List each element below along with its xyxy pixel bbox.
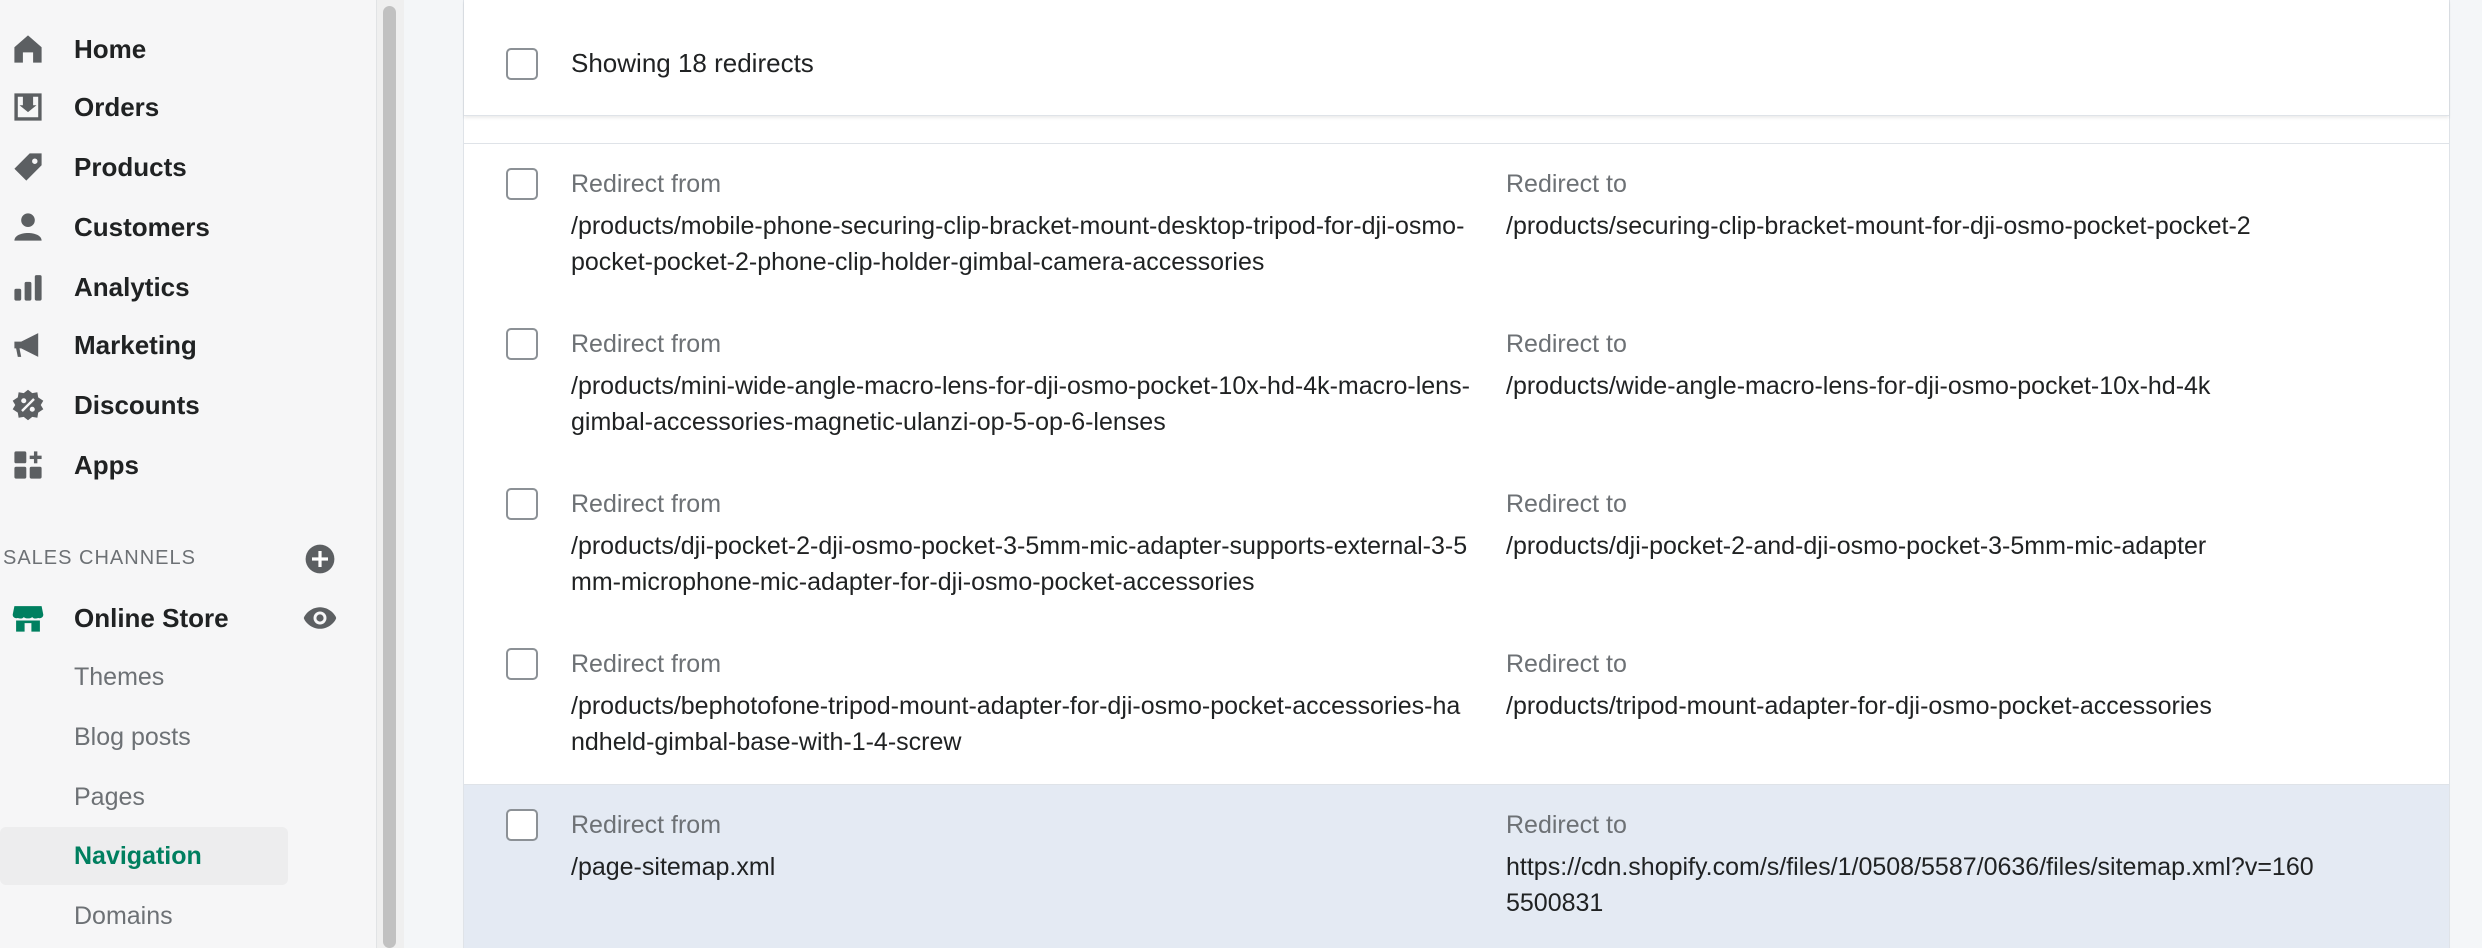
apps-icon: [8, 445, 48, 485]
redirect-from-value: /products/bephotofone-tripod-mount-adapt…: [571, 692, 1461, 756]
discount-icon: [8, 385, 48, 425]
eye-icon[interactable]: [302, 600, 338, 636]
sidebar-item-products[interactable]: Products: [0, 139, 376, 195]
main-content: Showing 18 redirects Redirect from /prod…: [404, 0, 2482, 948]
redirect-from-value: /products/dji-pocket-2-dji-osmo-pocket-3…: [571, 532, 1468, 596]
sidebar: Home Orders Products Customers Analytics…: [0, 0, 376, 948]
redirects-card: Showing 18 redirects Redirect from /prod…: [463, 0, 2450, 948]
sidebar-item-home[interactable]: Home: [0, 21, 376, 77]
redirect-to-label: Redirect to: [1506, 650, 1627, 678]
sidebar-subitem-themes[interactable]: Themes: [0, 648, 288, 706]
add-sales-channel-icon[interactable]: [304, 543, 336, 575]
sidebar-item-customers[interactable]: Customers: [0, 199, 376, 255]
sidebar-item-label: Online Store: [74, 602, 229, 633]
redirect-from-label: Redirect from: [571, 170, 722, 198]
orders-icon: [8, 87, 48, 127]
redirect-from-label: Redirect from: [571, 650, 722, 678]
redirect-row[interactable]: Redirect from /products/mini-wide-angle-…: [464, 304, 2449, 465]
sidebar-item-marketing[interactable]: Marketing: [0, 317, 376, 373]
redirect-to-value: /products/dji-pocket-2-and-dji-osmo-pock…: [1506, 532, 2207, 560]
home-icon: [8, 29, 48, 69]
redirect-row[interactable]: Redirect from /products/dji-pocket-2-dji…: [464, 464, 2449, 625]
sidebar-item-analytics[interactable]: Analytics: [0, 259, 376, 315]
redirect-to-label: Redirect to: [1506, 811, 1627, 839]
redirect-from-value: /page-sitemap.xml: [571, 853, 776, 881]
redirect-to-value: /products/tripod-mount-adapter-for-dji-o…: [1506, 692, 2212, 720]
redirect-count: Showing 18 redirects: [571, 48, 814, 78]
redirect-row[interactable]: Redirect from /products/mobile-phone-sec…: [464, 144, 2449, 305]
sidebar-subitem-label: Navigation: [74, 841, 202, 870]
sidebar-subitem-label: Blog posts: [74, 722, 191, 751]
partial-row: [464, 116, 2449, 144]
redirect-from-value: /products/mobile-phone-securing-clip-bra…: [571, 212, 1465, 276]
sidebar-subitem-label: Themes: [74, 662, 165, 691]
bar-chart-icon: [8, 267, 48, 307]
sidebar-item-label: Products: [74, 151, 187, 182]
redirect-to-label: Redirect to: [1506, 490, 1627, 518]
redirect-to-value: /products/securing-clip-bracket-mount-fo…: [1506, 212, 2251, 240]
redirect-from-label: Redirect from: [571, 811, 722, 839]
redirect-from-label: Redirect from: [571, 330, 722, 358]
redirect-from-value: /products/mini-wide-angle-macro-lens-for…: [571, 372, 1470, 436]
redirect-row[interactable]: Redirect from /page-sitemap.xml Redirect…: [464, 785, 2449, 948]
sidebar-subitem-navigation[interactable]: Navigation: [0, 827, 288, 885]
sidebar-subitem-label: Domains: [74, 901, 173, 930]
redirect-row[interactable]: Redirect from /products/bephotofone-trip…: [464, 624, 2449, 785]
row-checkbox[interactable]: [506, 809, 538, 841]
row-checkbox[interactable]: [506, 488, 538, 520]
sidebar-item-apps[interactable]: Apps: [0, 437, 376, 493]
list-header: Showing 18 redirects: [464, 0, 2449, 116]
sidebar-item-orders[interactable]: Orders: [0, 79, 376, 135]
row-checkbox[interactable]: [506, 328, 538, 360]
sidebar-subitem-label: Pages: [74, 782, 145, 811]
tag-icon: [8, 147, 48, 187]
sales-channels-header: SALES CHANNELS: [3, 547, 196, 569]
sidebar-item-label: Marketing: [74, 329, 197, 360]
sidebar-subitem-pages[interactable]: Pages: [0, 768, 288, 826]
redirect-to-value: /products/wide-angle-macro-lens-for-dji-…: [1506, 372, 2211, 400]
person-icon: [8, 207, 48, 247]
sidebar-item-label: Apps: [74, 449, 139, 480]
redirect-to-label: Redirect to: [1506, 330, 1627, 358]
row-checkbox[interactable]: [506, 168, 538, 200]
sidebar-item-label: Customers: [74, 211, 210, 242]
row-checkbox[interactable]: [506, 648, 538, 680]
select-all-checkbox[interactable]: [506, 48, 538, 80]
sidebar-subitem-domains[interactable]: Domains: [0, 887, 288, 945]
store-icon: [8, 598, 48, 638]
sidebar-item-discounts[interactable]: Discounts: [0, 377, 376, 433]
sidebar-subitem-blog-posts[interactable]: Blog posts: [0, 708, 288, 766]
sidebar-item-label: Analytics: [74, 271, 190, 302]
sidebar-item-label: Discounts: [74, 389, 200, 420]
redirect-from-label: Redirect from: [571, 490, 722, 518]
sidebar-item-label: Orders: [74, 91, 160, 122]
redirect-to-label: Redirect to: [1506, 170, 1627, 198]
megaphone-icon: [8, 325, 48, 365]
sidebar-scrollbar-thumb[interactable]: [383, 6, 396, 948]
redirect-to-value: https://cdn.shopify.com/s/files/1/0508/5…: [1506, 853, 2314, 917]
sidebar-item-label: Home: [74, 33, 147, 64]
